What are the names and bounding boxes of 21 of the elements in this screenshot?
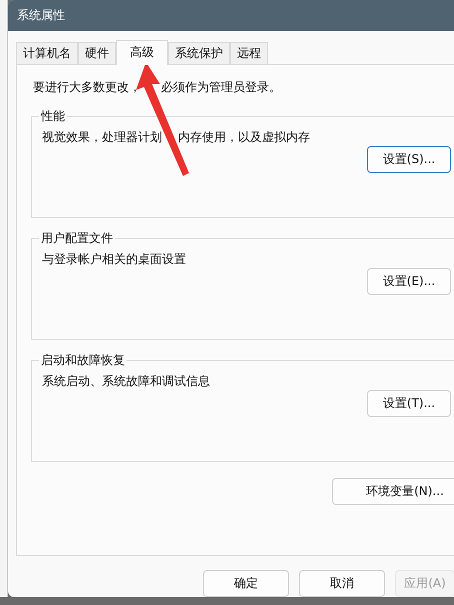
settings-button[interactable]: 设置(T)...	[367, 390, 451, 417]
dialog-button[interactable]: 取消	[299, 570, 385, 597]
group-description: 系统启动、系统故障和调试信息	[42, 373, 210, 390]
tab[interactable]: 硬件	[78, 42, 116, 64]
window-title: 系统属性	[17, 7, 65, 24]
group-description: 与登录帐户相关的桌面设置	[42, 251, 186, 268]
admin-notice: 必须作为管理员登录。	[161, 79, 281, 96]
group-title: 性能	[40, 108, 66, 125]
tab[interactable]: 高级	[116, 40, 168, 65]
dialog-button[interactable]: 确定	[203, 570, 289, 597]
group-description: 视觉效果，处理器计划	[42, 129, 162, 146]
group-description: 内存使用，以及虚拟内存	[178, 129, 310, 146]
group-title: 用户配置文件	[40, 230, 114, 247]
environment-variables-button[interactable]: 环境变量(N)...	[332, 478, 454, 505]
settings-button[interactable]: 设置(E)...	[367, 268, 451, 295]
admin-notice: 要进行大多数更改，	[33, 79, 141, 96]
settings-button[interactable]: 设置(S)...	[367, 146, 451, 173]
tab[interactable]: 系统保护	[168, 42, 230, 64]
tab[interactable]: 远程	[230, 42, 268, 64]
tab[interactable]: 计算机名	[16, 42, 78, 64]
group-title: 启动和故障恢复	[40, 352, 126, 369]
